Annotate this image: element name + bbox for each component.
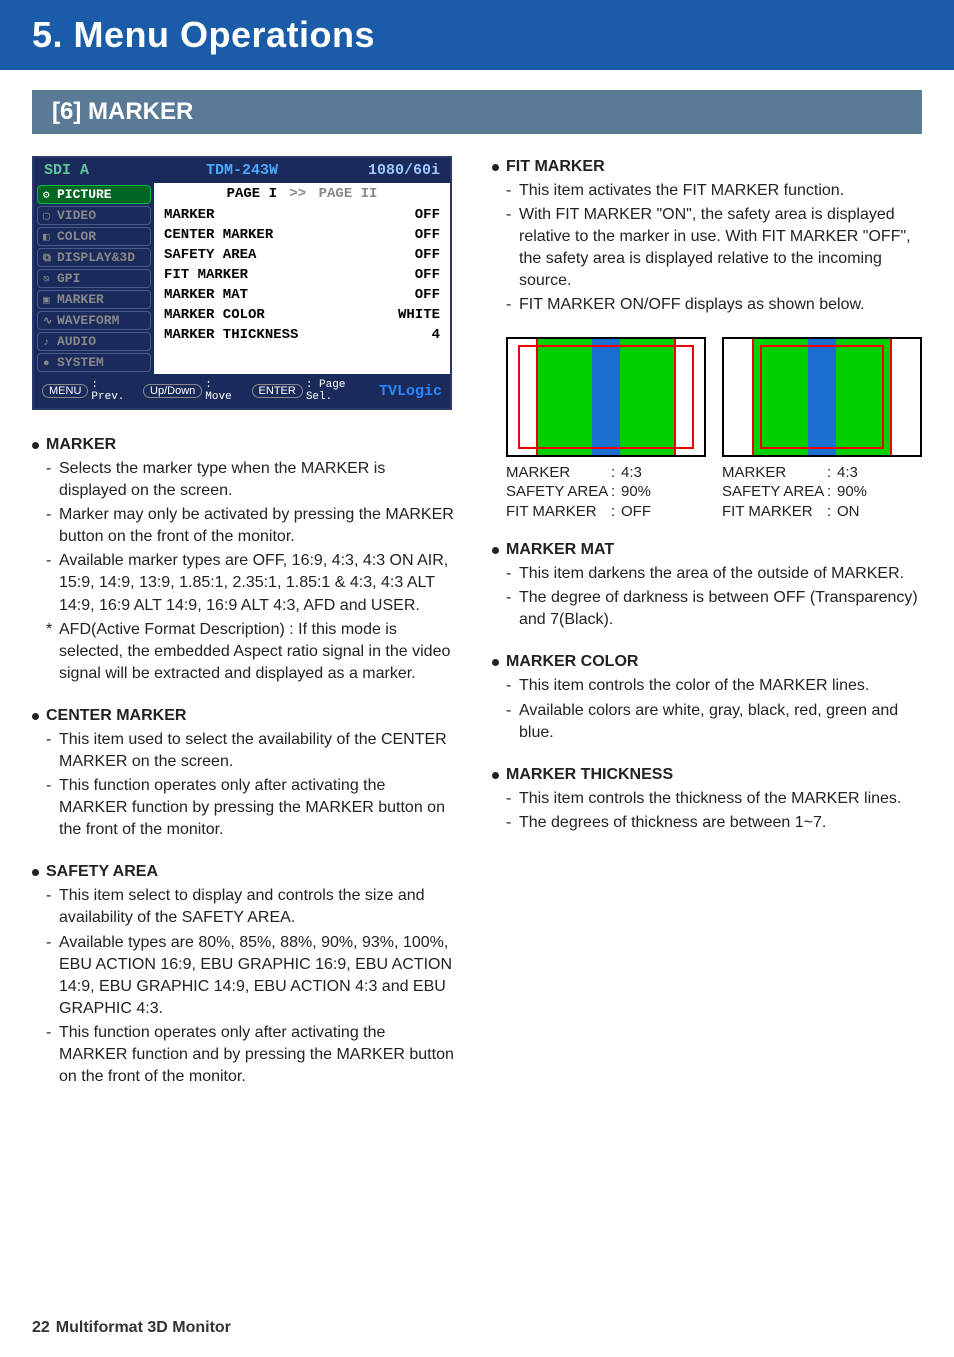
page-footer: 22Multiformat 3D Monitor: [32, 1319, 231, 1337]
osd-menu-button[interactable]: MENU: [42, 384, 88, 398]
doc-item-line: -This item used to select the availabili…: [59, 729, 454, 773]
doc-item: MARKER-Selects the marker type when the …: [32, 434, 454, 685]
osd-row-marker-mat[interactable]: MARKER MATOFF: [154, 285, 450, 305]
fit-marker-on-diagram: MARKER:4:3 SAFETY AREA:90% FIT MARKER:ON: [722, 337, 922, 522]
osd-tab-waveform[interactable]: ∿WAVEFORM: [37, 311, 151, 330]
osd-tab-gpi[interactable]: ⎋GPI: [37, 269, 151, 288]
fit-marker-off-diagram: MARKER:4:3 SAFETY AREA:90% FIT MARKER:OF…: [506, 337, 706, 522]
doc-item-line: -This item controls the thickness of the…: [519, 788, 922, 810]
osd-tab-video[interactable]: ▢VIDEO: [37, 206, 151, 225]
doc-item: MARKER THICKNESS-This item controls the …: [492, 764, 922, 834]
doc-item-line: -Available colors are white, gray, black…: [519, 700, 922, 744]
osd-model: TDM-243W: [176, 162, 308, 179]
doc-item-line: -FIT MARKER ON/OFF displays as shown bel…: [519, 294, 922, 316]
osd-tab-list: ⚙PICTURE ▢VIDEO ◧COLOR ⧉DISPLAY&3D ⎋GPI …: [34, 183, 154, 374]
osd-tab-audio[interactable]: ♪AUDIO: [37, 332, 151, 351]
doc-item-title: SAFETY AREA: [32, 861, 454, 883]
doc-item-title: MARKER THICKNESS: [492, 764, 922, 786]
doc-item-line: *AFD(Active Format Description) : If thi…: [59, 619, 454, 685]
osd-footer: MENU : Prev. Up/Down : Move ENTER : Page…: [34, 374, 450, 408]
doc-item-line: -This item activates the FIT MARKER func…: [519, 180, 922, 202]
doc-item-title: CENTER MARKER: [32, 705, 454, 727]
doc-item-line: -With FIT MARKER "ON", the safety area i…: [519, 204, 922, 292]
chapter-title: 5. Menu Operations: [0, 0, 954, 70]
doc-item-line: -Available types are 80%, 85%, 88%, 90%,…: [59, 932, 454, 1020]
doc-item: MARKER COLOR-This item controls the colo…: [492, 651, 922, 743]
doc-item-title: MARKER: [32, 434, 454, 456]
doc-item-title: MARKER MAT: [492, 539, 922, 561]
osd-row-marker[interactable]: MARKEROFF: [154, 205, 450, 225]
doc-item: CENTER MARKER-This item used to select t…: [32, 705, 454, 841]
osd-tab-color[interactable]: ◧COLOR: [37, 227, 151, 246]
osd-enter-button[interactable]: ENTER: [252, 384, 303, 398]
osd-logo: TVLogic: [379, 383, 442, 400]
osd-row-marker-thickness[interactable]: MARKER THICKNESS4: [154, 325, 450, 345]
osd-row-marker-color[interactable]: MARKER COLORWHITE: [154, 305, 450, 325]
doc-item-line: -Available marker types are OFF, 16:9, 4…: [59, 550, 454, 616]
doc-item-title: FIT MARKER: [492, 156, 922, 178]
osd-page-indicator: PAGE I >> PAGE II: [154, 183, 450, 205]
doc-item-line: -This function operates only after activ…: [59, 775, 454, 841]
osd-tab-system[interactable]: ●SYSTEM: [37, 353, 151, 372]
doc-item-line: -Marker may only be activated by pressin…: [59, 504, 454, 548]
osd-updown-button[interactable]: Up/Down: [143, 384, 202, 398]
doc-item: MARKER MAT-This item darkens the area of…: [492, 539, 922, 631]
osd-row-center-marker[interactable]: CENTER MARKEROFF: [154, 225, 450, 245]
osd-row-fit-marker[interactable]: FIT MARKEROFF: [154, 265, 450, 285]
osd-row-safety-area[interactable]: SAFETY AREAOFF: [154, 245, 450, 265]
section-title: [6] MARKER: [32, 90, 922, 134]
doc-item-line: -This function operates only after activ…: [59, 1022, 454, 1088]
doc-item-title: MARKER COLOR: [492, 651, 922, 673]
doc-item: FIT MARKER-This item activates the FIT M…: [492, 156, 922, 317]
doc-item-line: -This item darkens the area of the outsi…: [519, 563, 922, 585]
osd-source: SDI A: [44, 162, 176, 179]
doc-item-line: -This item select to display and control…: [59, 885, 454, 929]
doc-item-line: -This item controls the color of the MAR…: [519, 675, 922, 697]
doc-item-line: -The degree of darkness is between OFF (…: [519, 587, 922, 631]
osd-menu: SDI A TDM-243W 1080/60i ⚙PICTURE ▢VIDEO …: [32, 156, 452, 410]
osd-tab-picture[interactable]: ⚙PICTURE: [37, 185, 151, 204]
doc-item-line: -The degrees of thickness are between 1~…: [519, 812, 922, 834]
osd-signal: 1080/60i: [308, 162, 440, 179]
osd-tab-display3d[interactable]: ⧉DISPLAY&3D: [37, 248, 151, 267]
doc-item: SAFETY AREA-This item select to display …: [32, 861, 454, 1088]
doc-item-line: -Selects the marker type when the MARKER…: [59, 458, 454, 502]
osd-tab-marker[interactable]: ▣MARKER: [37, 290, 151, 309]
